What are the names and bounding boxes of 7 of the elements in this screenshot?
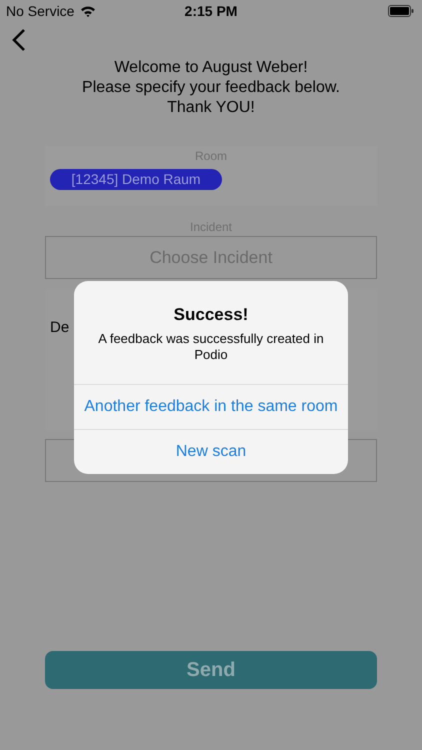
alert-message: A feedback was successfully created in Podio <box>97 330 325 362</box>
carrier-text: No Service <box>6 2 74 20</box>
description-label: De <box>50 319 70 336</box>
room-chip: [12345] Demo Raum <box>50 169 222 190</box>
time-text: 2:15 PM <box>184 2 238 20</box>
welcome-message: Welcome to August Weber! Please specify your feedback below. Thank YOU! <box>81 58 341 118</box>
alert-title: Success! <box>172 304 250 326</box>
